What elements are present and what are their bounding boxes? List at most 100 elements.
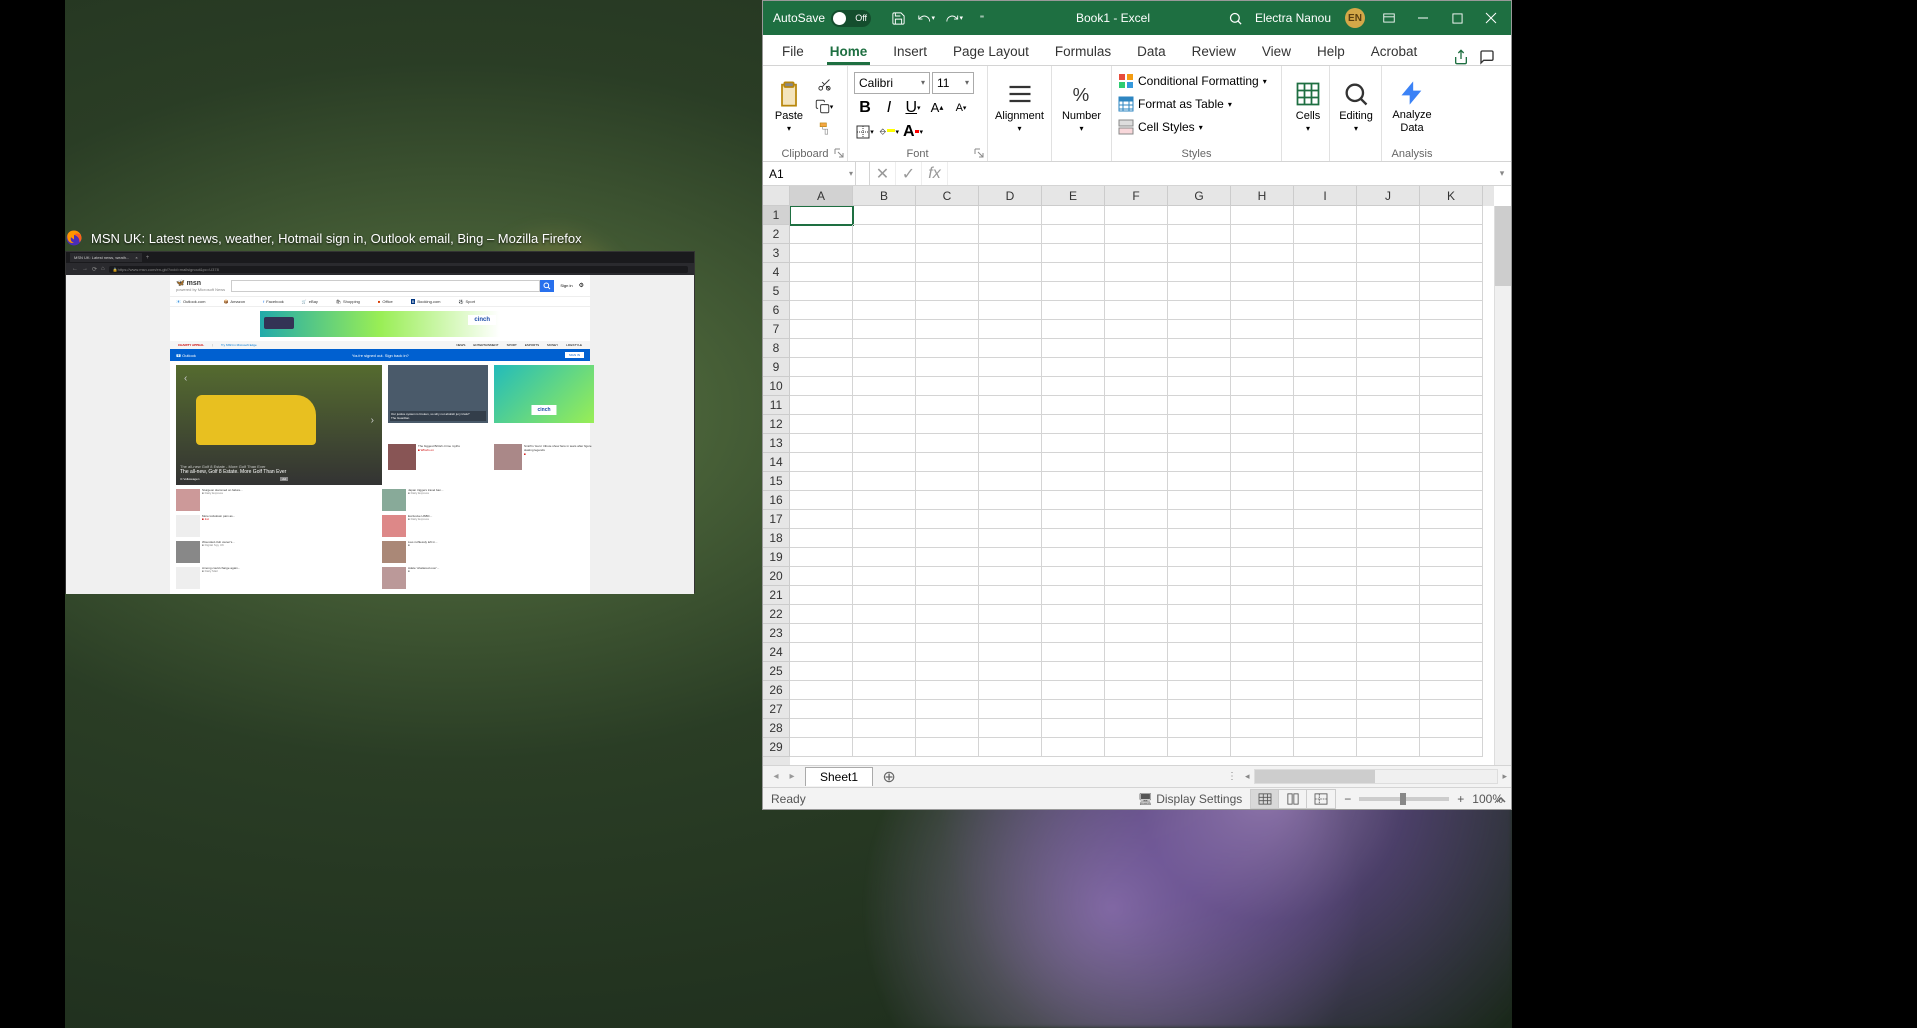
font-color-button[interactable]: A▾ <box>902 122 924 142</box>
cell[interactable] <box>1231 358 1294 377</box>
cell[interactable] <box>790 662 853 681</box>
cell[interactable] <box>790 605 853 624</box>
cell[interactable] <box>1231 567 1294 586</box>
cell[interactable] <box>1168 529 1231 548</box>
cell[interactable] <box>1357 567 1420 586</box>
quicklink[interactable]: 🛒 eBay <box>302 299 318 304</box>
cell[interactable] <box>1105 225 1168 244</box>
cell[interactable] <box>979 738 1042 757</box>
cell[interactable] <box>916 605 979 624</box>
cell[interactable] <box>1042 510 1105 529</box>
cell[interactable] <box>1357 491 1420 510</box>
home-button[interactable]: ⌂ <box>101 266 105 272</box>
cell[interactable] <box>1294 358 1357 377</box>
cell[interactable] <box>1420 510 1483 529</box>
cell[interactable] <box>1105 472 1168 491</box>
cell[interactable] <box>1420 643 1483 662</box>
cell[interactable] <box>790 301 853 320</box>
bold-button[interactable]: B <box>854 98 876 118</box>
cell[interactable] <box>916 662 979 681</box>
zoom-in-button[interactable]: + <box>1457 792 1464 806</box>
cell[interactable] <box>1231 301 1294 320</box>
nav-item[interactable]: CHARITY APPEAL <box>178 343 204 347</box>
news-card-ad[interactable]: cinch <box>494 365 594 423</box>
cell[interactable] <box>916 339 979 358</box>
quicklink[interactable]: ■ Office <box>378 299 393 304</box>
cell[interactable] <box>1294 244 1357 263</box>
cell[interactable] <box>1231 453 1294 472</box>
hero-card[interactable]: ‹ › The all-new Golf 8 Estate - More Gol… <box>176 365 382 485</box>
cell[interactable] <box>790 681 853 700</box>
cell[interactable] <box>1420 415 1483 434</box>
cell[interactable] <box>1168 339 1231 358</box>
cell[interactable] <box>1105 396 1168 415</box>
cell[interactable] <box>1042 225 1105 244</box>
cell[interactable] <box>916 510 979 529</box>
cell[interactable] <box>1042 586 1105 605</box>
cell[interactable] <box>853 643 916 662</box>
column-headers[interactable]: ABCDEFGHIJK <box>790 186 1494 206</box>
row-header[interactable]: 3 <box>763 244 790 263</box>
column-header[interactable]: B <box>853 186 916 206</box>
cell[interactable] <box>1168 396 1231 415</box>
collapse-ribbon-icon[interactable] <box>1495 795 1507 807</box>
enter-formula-icon[interactable]: ✓ <box>896 162 922 185</box>
cell[interactable] <box>979 206 1042 225</box>
cell[interactable] <box>916 643 979 662</box>
cell[interactable] <box>1294 529 1357 548</box>
cell[interactable] <box>1231 700 1294 719</box>
address-bar[interactable]: 🔒 https://www.msn.com/en-gb/?ocid=mailsi… <box>109 266 688 273</box>
cell[interactable] <box>853 301 916 320</box>
nav-item[interactable]: SPORT <box>507 343 517 347</box>
font-name-combo[interactable]: Calibri▾ <box>854 72 930 94</box>
cell[interactable] <box>790 643 853 662</box>
cell[interactable] <box>1042 244 1105 263</box>
cell[interactable] <box>1105 491 1168 510</box>
cell[interactable] <box>1168 263 1231 282</box>
new-tab-button[interactable]: + <box>146 255 150 261</box>
cell[interactable] <box>1105 643 1168 662</box>
cell[interactable] <box>1357 738 1420 757</box>
cell[interactable] <box>853 491 916 510</box>
spreadsheet-grid[interactable]: ABCDEFGHIJK 1234567891011121314151617181… <box>763 186 1511 765</box>
cell[interactable] <box>1042 206 1105 225</box>
forward-button[interactable]: → <box>82 266 88 272</box>
redo-button[interactable]: ▾ <box>945 9 963 27</box>
cell[interactable] <box>1294 377 1357 396</box>
cell[interactable] <box>979 301 1042 320</box>
row-header[interactable]: 24 <box>763 643 790 662</box>
cell[interactable] <box>916 491 979 510</box>
cell[interactable] <box>1357 643 1420 662</box>
column-header[interactable]: H <box>1231 186 1294 206</box>
cell[interactable] <box>916 567 979 586</box>
horizontal-scrollbar[interactable] <box>1254 769 1499 784</box>
cell[interactable] <box>979 339 1042 358</box>
cell[interactable] <box>979 244 1042 263</box>
cell[interactable] <box>790 377 853 396</box>
cell[interactable] <box>1420 567 1483 586</box>
cell[interactable] <box>1357 719 1420 738</box>
cell[interactable] <box>1420 681 1483 700</box>
sheet-nav-prev[interactable]: ◂ <box>769 771 783 782</box>
row-header[interactable]: 2 <box>763 225 790 244</box>
cell[interactable] <box>1105 434 1168 453</box>
decrease-font-icon[interactable]: A▾ <box>950 98 972 118</box>
row-header[interactable]: 12 <box>763 415 790 434</box>
cut-button[interactable] <box>813 75 835 95</box>
qat-customize[interactable]: ⁼ <box>973 9 991 27</box>
cell[interactable] <box>1294 567 1357 586</box>
cell[interactable] <box>790 510 853 529</box>
cell[interactable] <box>1231 320 1294 339</box>
cell[interactable] <box>916 415 979 434</box>
row-header[interactable]: 8 <box>763 339 790 358</box>
format-as-table-button[interactable]: Format as Table ▾ <box>1118 94 1267 114</box>
cell[interactable] <box>1294 719 1357 738</box>
cell[interactable] <box>1105 624 1168 643</box>
cell[interactable] <box>979 700 1042 719</box>
cell[interactable] <box>1420 301 1483 320</box>
paste-button[interactable]: Paste ▾ <box>769 69 809 144</box>
cell[interactable] <box>1357 700 1420 719</box>
row-header[interactable]: 11 <box>763 396 790 415</box>
cell[interactable] <box>1042 624 1105 643</box>
cell[interactable] <box>1168 643 1231 662</box>
